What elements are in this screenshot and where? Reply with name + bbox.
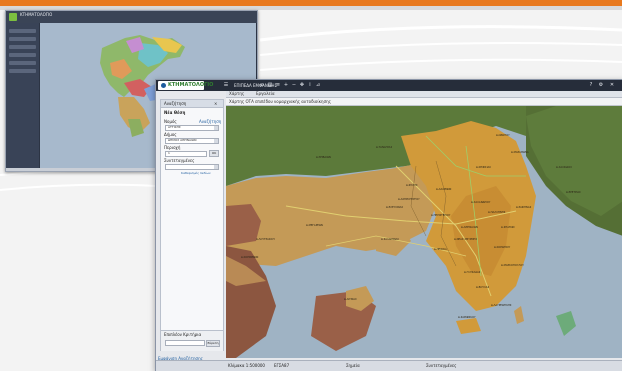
sidebar-item[interactable] xyxy=(9,53,36,57)
zoom-out-icon[interactable]: − xyxy=(291,82,297,89)
map-label: Δ.ΩΡΩΠΟΥ xyxy=(496,134,510,137)
search-panel: Αναζήτηση × Νέα Θέση Νομός Αναζήτηση ΑΤΤ… xyxy=(160,99,224,351)
map-label: Δ.ΑΘΗΝΑΙΩΝ xyxy=(461,226,478,229)
search-panel-title: Αναζήτηση xyxy=(164,101,187,106)
home-icon[interactable]: ⌂ xyxy=(259,82,265,89)
main-toolbar: ΚΤΗΜΑΤΟΛΟΓΙΟ ☰ ΕΠΙΠΕΔΑ ΕΜΦΑΝΙΣΗΣ ⌂ ▤ ≡ +… xyxy=(156,80,622,91)
sub-menu-bar: Χάρτης Εργαλεία xyxy=(226,91,622,98)
chevron-down-icon[interactable] xyxy=(214,139,218,143)
map-label: Δ.ΑΣΠΡΟΠΥΡΓΟΥ xyxy=(398,198,420,201)
area-label: Περιοχή xyxy=(164,145,181,150)
pan-icon[interactable]: ✥ xyxy=(299,82,305,89)
map-label: Δ.ΓΛΥΦΑΔΑΣ xyxy=(464,271,481,274)
extra-criteria-title: Επιπλέον Κριτήρια xyxy=(164,332,202,337)
prefecture-select[interactable]: ΑΤΤΙΚΗΣ xyxy=(165,125,219,131)
sidebar-item[interactable] xyxy=(9,37,36,41)
settings-icon[interactable]: ⚙ xyxy=(598,82,604,89)
extra-criteria-input[interactable] xyxy=(165,340,205,346)
close-icon[interactable]: ✕ xyxy=(608,82,616,89)
map-label: Δ.ΕΡΕΤΡΙΑΣ xyxy=(566,191,581,194)
coordinates-input[interactable] xyxy=(165,164,219,170)
map-header-title: Χάρτης ΟΤΑ επιπέδου νομαρχιακής αυτοδιοί… xyxy=(229,99,331,104)
map-label: Δ.ΤΑΝΑΓΡΑΣ xyxy=(376,146,393,149)
map-label: Δ.ΦΥΛΗΣ xyxy=(406,184,418,187)
sidebar-item[interactable] xyxy=(9,61,36,65)
chevron-down-icon[interactable] xyxy=(214,165,218,169)
points-readout: Σημεία xyxy=(346,363,360,368)
attica-map-graphic xyxy=(226,106,622,358)
map-label: Δ.ΜΑΡΚΟΠΟΥΛΟΥ xyxy=(501,264,524,267)
measure-icon[interactable]: ⊿ xyxy=(315,82,321,89)
map-header: Χάρτης ΟΤΑ επιπέδου νομαρχιακής αυτοδιοί… xyxy=(226,98,622,106)
chevron-down-icon[interactable] xyxy=(214,126,218,130)
map-label: Δ.ΜΑΡΑΘΩΝΑ xyxy=(511,151,529,154)
map-label: Δ.ΚΟΡΙΝΘΙΩΝ xyxy=(241,256,259,259)
map-label: Δ.ΡΑΦΗΝΑΣ xyxy=(516,206,532,209)
map-label: Δ.ΣΑΡΩΝΙΚΟΥ xyxy=(458,316,476,319)
menu-icon[interactable]: ☰ xyxy=(222,82,230,89)
scale-readout: Κλίμακα 1:500000 xyxy=(228,363,265,368)
prefecture-value: ΑΤΤΙΚΗΣ xyxy=(168,125,181,129)
map-label: Δ.ΑΧΑΡΝΩΝ xyxy=(436,188,452,191)
info-icon[interactable]: i xyxy=(307,82,313,89)
sidebar-item[interactable] xyxy=(9,29,36,33)
municipality-label: Δήμος xyxy=(164,132,177,137)
panel-close-icon[interactable]: × xyxy=(214,101,217,106)
coordinates-label: Συντεταγμένες xyxy=(164,158,195,163)
back-window-titlebar: ΚΤΗΜΑΤΟΛΟΓΙΟ xyxy=(6,11,257,23)
menu-item-tools[interactable]: Εργαλεία xyxy=(256,91,275,97)
zoom-in-icon[interactable]: + xyxy=(283,82,289,89)
app-logo: ΚΤΗΜΑΤΟΛΟΓΙΟ xyxy=(158,81,213,90)
map-label: Δ.ΚΗΦΙΣΙΑΣ xyxy=(476,166,491,169)
map-label: Δ.ΛΟΥΤΡΑΚΙΟΥ xyxy=(256,238,276,241)
layers-icon[interactable]: ≡ xyxy=(275,82,281,89)
section-title: Νέα Θέση xyxy=(164,110,186,115)
map-label: Δ.ΠΕΡΙΣΤΕΡΙΟΥ xyxy=(431,214,451,217)
map-label: Δ.ΣΑΛΑΜΙΝΑΣ xyxy=(381,238,399,241)
search-link[interactable]: Αναζήτηση xyxy=(199,119,221,124)
app-name: ΚΤΗΜΑΤΟΛΟΓΙΟ xyxy=(168,82,214,88)
help-icon[interactable]: ? xyxy=(588,82,594,89)
ok-button[interactable]: OK xyxy=(209,150,219,157)
map-label: Δ.ΘΗΒΑΙΩΝ xyxy=(316,156,331,159)
extra-criteria-section: Επιπλέον Κριτήρια Εύρεση xyxy=(161,330,223,351)
prefecture-label: Νομός xyxy=(164,119,177,124)
logo-mark-icon xyxy=(161,83,166,88)
back-window-title: ΚΤΗΜΑΤΟΛΟΓΙΟ xyxy=(20,12,53,17)
projection-readout: ΕΓΣΑ87 xyxy=(274,363,290,368)
search-panel-header: Αναζήτηση × xyxy=(161,100,223,108)
coordinates-readout: Συντεταγμένες xyxy=(426,363,457,368)
clear-fields-link[interactable]: Καθαρισμός πεδίων xyxy=(181,171,211,176)
map-label: Δ.ΝΕΑΣ ΣΜΥΡΝΗΣ xyxy=(454,238,477,241)
map-label: Δ.ΣΠΑΤΩΝ xyxy=(501,226,515,229)
status-bar: Κλίμακα 1:500000 ΕΓΣΑ87 Σημεία Συντεταγμ… xyxy=(156,360,622,371)
map-label: Δ.ΧΑΛΚΙΔΟΣ xyxy=(556,166,572,169)
app-logo-icon xyxy=(9,13,17,21)
map-label: Δ.ΕΛΕΥΣΙΝΑΣ xyxy=(386,206,403,209)
find-button[interactable]: Εύρεση xyxy=(206,340,220,347)
attica-map[interactable]: Δ.ΑΘΗΝΑΙΩΝ Δ.ΠΕΙΡΑΙΑ Δ.ΚΗΦΙΣΙΑΣ Δ.ΜΑΡΑΘΩ… xyxy=(226,106,622,358)
menu-item-map[interactable]: Χάρτης xyxy=(229,91,244,97)
map-label: Δ.ΜΕΓΑΡΕΩΝ xyxy=(306,224,323,227)
main-app-window: ΚΤΗΜΑΤΟΛΟΓΙΟ ☰ ΕΠΙΠΕΔΑ ΕΜΦΑΝΙΣΗΣ ⌂ ▤ ≡ +… xyxy=(155,79,622,371)
municipality-value: ΔΗΜΟΣ ΑΘΗΝΑΙΩΝ xyxy=(168,138,197,142)
municipality-select[interactable]: ΔΗΜΟΣ ΑΘΗΝΑΙΩΝ xyxy=(165,138,219,144)
map-label: Δ.ΑΙΓΙΝΑΣ xyxy=(344,298,357,301)
area-value: 1 xyxy=(168,151,170,155)
map-label: Δ.ΧΑΛΑΝΔΡΙΟΥ xyxy=(471,201,491,204)
area-input[interactable]: 1 xyxy=(165,151,207,157)
back-window-sidebar xyxy=(6,23,39,168)
map-label: Δ.ΠΕΙΡΑΙΑ xyxy=(434,248,447,251)
map-label: Δ.ΒΟΥΛΑΣ xyxy=(476,286,490,289)
print-icon[interactable]: ▤ xyxy=(267,82,273,89)
sidebar-item[interactable] xyxy=(9,69,36,73)
map-label: Δ.ΚΟΡΩΠΙΟΥ xyxy=(494,246,511,249)
map-label: Δ.ΛΑΥΡΕΩΤΙΚΗΣ xyxy=(491,304,512,307)
sidebar-item[interactable] xyxy=(9,45,36,49)
map-label: Δ.ΠΑΛΛΗΝΗΣ xyxy=(488,211,506,214)
